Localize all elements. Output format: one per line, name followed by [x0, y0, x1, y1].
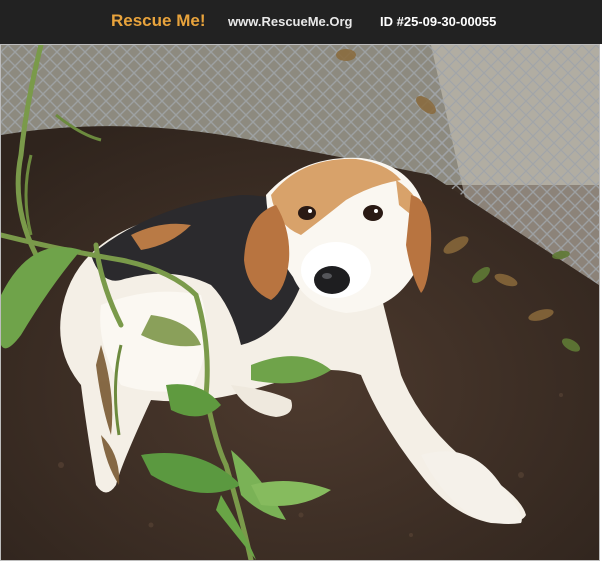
site-url-link[interactable]: www.RescueMe.Org — [228, 14, 353, 29]
brand-logo[interactable]: Rescue Me! — [111, 11, 205, 31]
header-bar: Rescue Me! www.RescueMe.Org ID #25-09-30… — [0, 0, 602, 44]
pet-id-label: ID #25-09-30-00055 — [380, 14, 497, 29]
pet-photo-image — [1, 45, 599, 560]
pet-photo — [0, 44, 600, 561]
